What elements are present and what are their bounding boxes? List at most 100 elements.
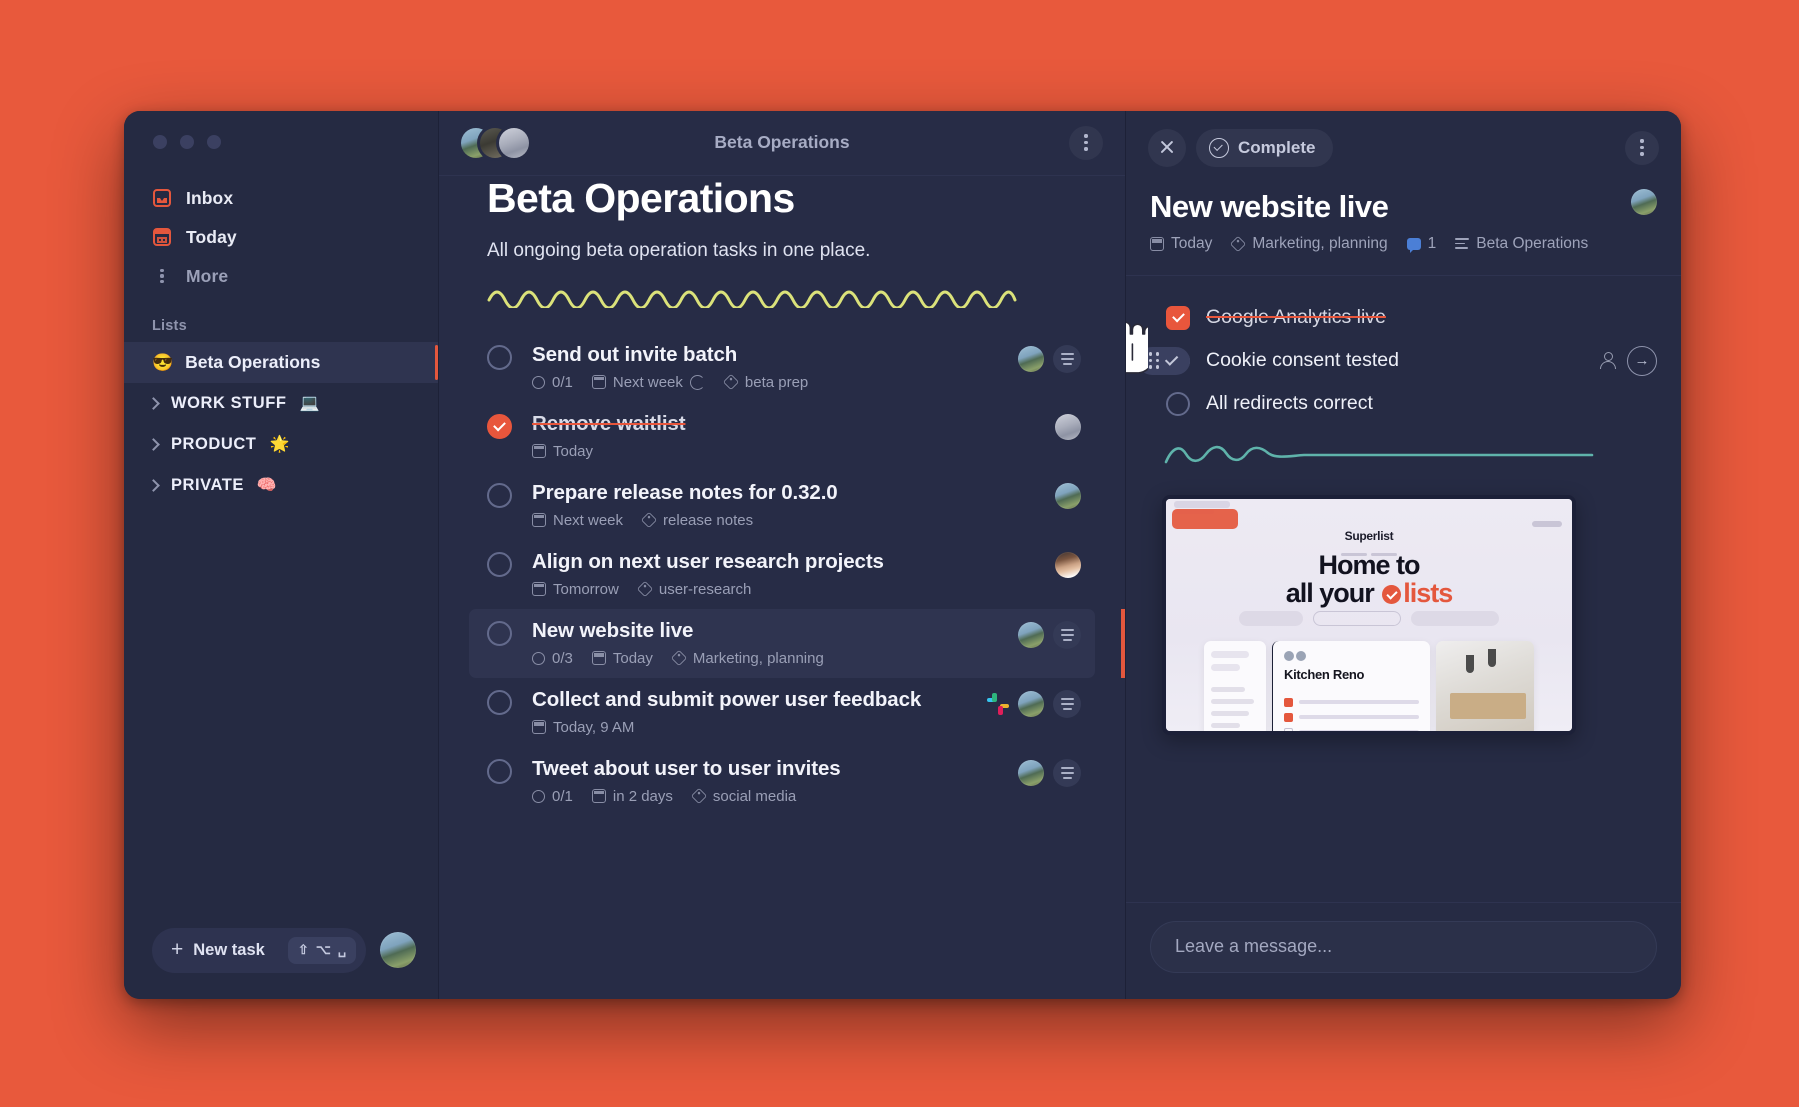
task-row[interactable]: Align on next user research projects Tom…: [469, 540, 1095, 609]
message-input[interactable]: [1150, 920, 1657, 973]
avatar[interactable]: [1018, 690, 1044, 717]
minimize-window-button[interactable]: [180, 134, 194, 149]
subtask-row[interactable]: Cookie consent tested →: [1138, 338, 1657, 384]
detail-due-date[interactable]: Today: [1150, 235, 1212, 253]
assignee-avatar[interactable]: [1631, 188, 1657, 215]
task-checkbox[interactable]: [487, 413, 512, 439]
task-checkbox[interactable]: [487, 551, 512, 577]
task-subtask-counter: 0/1: [532, 374, 573, 391]
preview-headline: Home to all your lists: [1166, 550, 1572, 608]
calendar-icon: [152, 228, 172, 246]
avatar[interactable]: [1055, 551, 1081, 578]
detail-tags[interactable]: Marketing, planning: [1230, 235, 1388, 253]
header-divider: [439, 174, 1125, 176]
detail-list-name[interactable]: Beta Operations: [1455, 235, 1588, 253]
task-row[interactable]: New website live 0/3 Today Marketing, pl…: [469, 608, 1125, 678]
task-title: Remove waitlist: [532, 411, 686, 435]
subtask-drag-handle[interactable]: [1138, 346, 1190, 375]
window-traffic-lights[interactable]: [124, 111, 438, 149]
task-row[interactable]: Prepare release notes for 0.32.0 Next we…: [469, 471, 1095, 540]
slack-icon[interactable]: [987, 692, 1009, 715]
page-subtitle: All ongoing beta operation tasks in one …: [487, 239, 871, 261]
task-meta: 0/3 Today Marketing, planning: [532, 650, 1018, 667]
task-list-panel: Beta Operations Beta Operations All ongo…: [438, 110, 1125, 999]
task-meta: 0/1 in 2 days social media: [532, 788, 1018, 805]
sidebar-item-inbox[interactable]: Inbox: [136, 179, 426, 218]
teal-line-icon: [1164, 445, 1594, 463]
avatar[interactable]: [1018, 345, 1044, 372]
sidebar-item-private[interactable]: PRIVATE 🧠: [124, 465, 438, 506]
open-subtask-arrow-icon[interactable]: →: [1627, 345, 1657, 376]
preview-headline-line2a: all your: [1285, 577, 1375, 608]
avatar[interactable]: [499, 127, 529, 158]
list-options-button[interactable]: [1069, 125, 1103, 160]
task-checkbox[interactable]: [487, 689, 512, 715]
avatar[interactable]: [1018, 759, 1044, 786]
tag-icon: [636, 580, 653, 598]
task-row[interactable]: Send out invite batch 0/1 Next week beta…: [469, 333, 1095, 402]
user-avatar[interactable]: [380, 932, 416, 968]
detail-task-title: New website live: [1150, 188, 1389, 224]
chevron-right-icon: [147, 437, 160, 451]
new-task-button[interactable]: + New task ⇧ ⌥ ␣: [152, 927, 366, 973]
task-tag: user-research: [636, 580, 751, 598]
task-note-icon[interactable]: [1053, 620, 1081, 649]
subtask-row[interactable]: All redirects correct: [1150, 384, 1657, 424]
task-checkbox[interactable]: [487, 758, 512, 784]
preview-cards: Kitchen Reno: [1204, 640, 1534, 731]
new-task-shortcut: ⇧ ⌥ ␣: [288, 936, 356, 964]
sidebar-item-work-stuff[interactable]: WORK STUFF 💻: [124, 383, 438, 424]
task-note-icon[interactable]: [1053, 689, 1081, 718]
comment-bubble-icon: [1406, 237, 1421, 253]
sunglasses-emoji-icon: 😎: [152, 352, 174, 372]
task-checkbox[interactable]: [487, 344, 512, 370]
task-list-body: Beta Operations All ongoing beta operati…: [439, 174, 1125, 999]
sidebar-item-label: Inbox: [186, 187, 234, 208]
sidebar-item-product[interactable]: PRODUCT 🌟: [124, 424, 438, 465]
sidebar-item-label: Today: [186, 226, 237, 247]
task-checkbox[interactable]: [487, 482, 512, 508]
avatar[interactable]: [1018, 621, 1044, 648]
task-note-icon[interactable]: [1053, 758, 1081, 787]
preview-toolbar-line: [1174, 500, 1230, 508]
preview-main-card: Kitchen Reno: [1272, 640, 1430, 731]
attachment-preview-image[interactable]: Superlist Home to all your lists Kitchen…: [1162, 494, 1576, 735]
due-date-label: Today: [553, 442, 594, 460]
maximize-window-button[interactable]: [207, 134, 221, 149]
detail-options-button[interactable]: [1625, 130, 1659, 165]
collaborator-avatars[interactable]: [461, 127, 529, 158]
more-vertical-icon: [1640, 139, 1644, 156]
subtask-checkbox[interactable]: [1166, 391, 1190, 416]
task-subtask-counter: 0/3: [532, 650, 573, 667]
close-detail-button[interactable]: [1148, 128, 1186, 167]
task-checkbox[interactable]: [487, 620, 512, 646]
task-row[interactable]: Remove waitlist Today: [469, 402, 1095, 471]
subtask-row[interactable]: Google Analytics live: [1150, 298, 1657, 338]
task-subtask-counter: 0/1: [532, 788, 573, 805]
assign-person-icon[interactable]: [1599, 351, 1616, 370]
detail-comment-count[interactable]: 1: [1406, 235, 1436, 253]
task-due-date: Today: [532, 443, 593, 460]
avatar[interactable]: [1055, 413, 1081, 440]
detail-footer: [1126, 901, 1681, 999]
close-window-button[interactable]: [153, 134, 167, 149]
calendar-icon: [591, 789, 606, 803]
page-title: Beta Operations: [487, 174, 795, 221]
task-due-date: Today: [591, 650, 653, 667]
sidebar-item-beta-operations[interactable]: 😎 Beta Operations: [124, 341, 438, 383]
avatar[interactable]: [1055, 482, 1081, 509]
subtask-checkbox[interactable]: [1166, 305, 1190, 330]
complete-task-button[interactable]: Complete: [1196, 128, 1334, 167]
task-tag: social media: [690, 788, 796, 805]
teal-scribble-decoration: [1150, 424, 1657, 471]
task-tag: release notes: [640, 512, 753, 529]
due-date-label: Next week: [553, 511, 624, 529]
sidebar-item-more[interactable]: More: [136, 257, 426, 296]
task-row[interactable]: Tweet about user to user invites 0/1 in …: [469, 747, 1095, 816]
task-row[interactable]: Collect and submit power user feedback T…: [469, 678, 1095, 747]
sidebar-item-today[interactable]: Today: [136, 218, 426, 257]
tag-label: Marketing, planning: [692, 649, 824, 667]
task-tag: Marketing, planning: [670, 649, 824, 667]
task-note-icon[interactable]: [1053, 344, 1081, 373]
calendar-icon: [532, 444, 546, 458]
